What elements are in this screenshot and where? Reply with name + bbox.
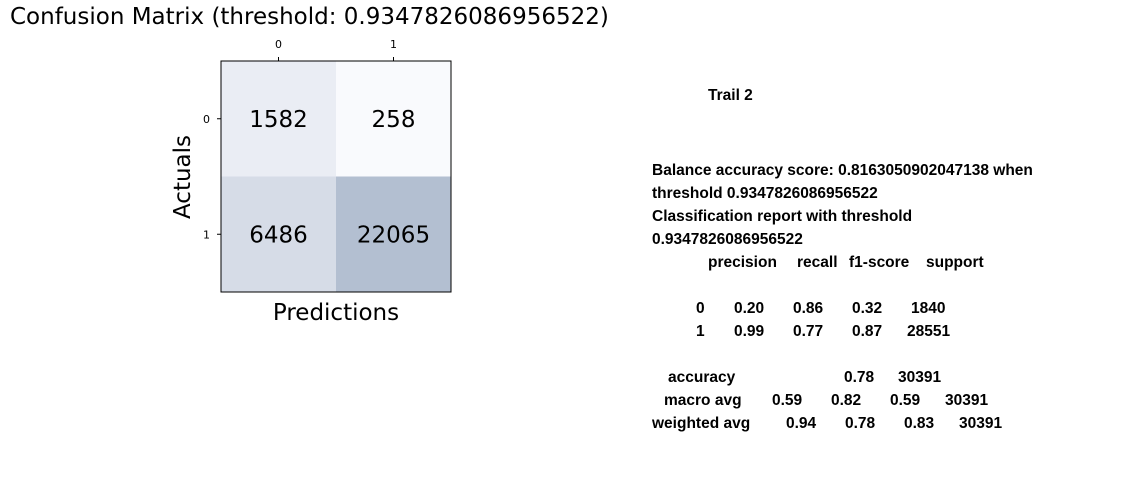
balance-accuracy-line-1: Balance accuracy score: 0.81630509020471…	[652, 162, 1033, 179]
y-axis-label: Actuals	[170, 135, 196, 219]
weighted-avg-label: weighted avg	[652, 415, 751, 432]
macro-avg-support: 30391	[945, 392, 989, 409]
y-tick-label-1: 1	[203, 228, 210, 241]
row-0-support: 1840	[911, 300, 946, 317]
weighted-avg-support: 30391	[959, 415, 1003, 432]
row-0-recall: 0.86	[793, 300, 824, 317]
y-tick-label-0: 0	[203, 113, 210, 126]
macro-avg-label: macro avg	[664, 392, 742, 409]
column-header-precision: precision	[708, 254, 777, 271]
row-1-f1-score: 0.87	[852, 323, 883, 340]
column-header-support: support	[926, 254, 984, 271]
row-1-support: 28551	[907, 323, 951, 340]
x-axis-label: Predictions	[273, 300, 399, 326]
matrix-cells: 1582 258 6486 22065	[221, 61, 451, 292]
report-heading: Trail 2	[708, 87, 753, 104]
weighted-avg-f1-score: 0.83	[904, 415, 935, 432]
classification-report-line-2: 0.9347826086956522	[652, 231, 803, 248]
confusion-matrix-chart: 1582 258 6486 22065 0 1 0 1 Predictions Actual…	[170, 38, 452, 326]
matrix-value-0-1: 258	[372, 107, 416, 133]
matrix-value-1-0: 6486	[249, 222, 308, 248]
matrix-value-0-0: 1582	[249, 107, 308, 133]
weighted-avg-precision: 0.94	[786, 415, 817, 432]
column-header-f1-score: f1-score	[849, 254, 910, 271]
x-tick-label-1: 1	[390, 38, 397, 51]
macro-avg-f1-score: 0.59	[890, 392, 921, 409]
classification-report-line-1: Classification report with threshold	[652, 208, 913, 225]
accuracy-f1-score: 0.78	[844, 369, 875, 386]
macro-avg-recall: 0.82	[831, 392, 862, 409]
accuracy-label: accuracy	[668, 369, 736, 386]
row-1-precision: 0.99	[734, 323, 765, 340]
weighted-avg-recall: 0.78	[845, 415, 876, 432]
accuracy-support: 30391	[898, 369, 942, 386]
row-1-recall: 0.77	[793, 323, 824, 340]
column-header-recall: recall	[797, 254, 838, 271]
row-1-label: 1	[696, 323, 705, 340]
matrix-value-1-1: 22065	[357, 222, 430, 248]
row-0-label: 0	[696, 300, 705, 317]
x-tick-label-0: 0	[275, 38, 282, 51]
macro-avg-precision: 0.59	[772, 392, 803, 409]
balance-accuracy-line-2: threshold 0.9347826086956522	[652, 185, 878, 202]
classification-report: Trail 2 Balance accuracy score: 0.816305…	[652, 0, 1122, 480]
row-0-f1-score: 0.32	[852, 300, 883, 317]
row-0-precision: 0.20	[734, 300, 765, 317]
